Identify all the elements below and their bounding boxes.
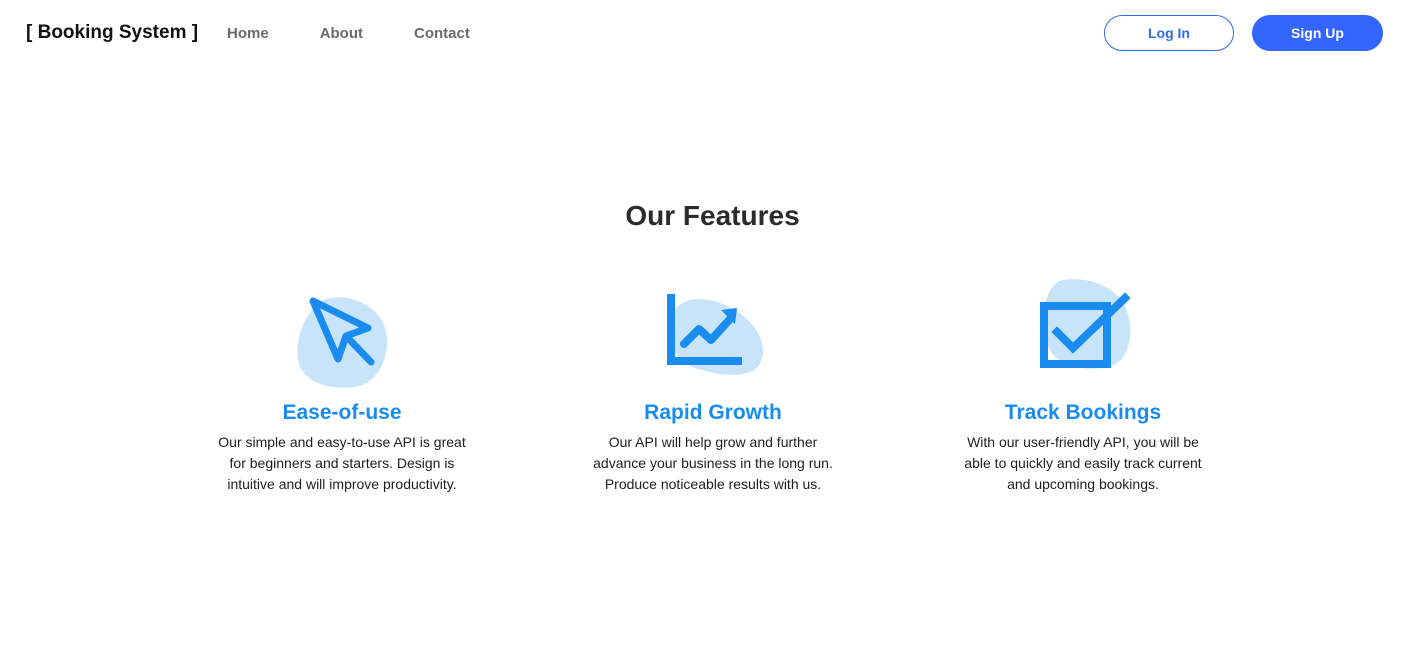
feature-title: Track Bookings: [1004, 401, 1162, 424]
nav-link-contact[interactable]: Contact: [414, 25, 470, 42]
nav-links: Home About Contact: [227, 25, 470, 42]
feature-title: Ease-of-use: [282, 401, 402, 424]
feature-description: Our simple and easy-to-use API is great …: [218, 434, 466, 492]
features-section-title: Our Features: [625, 200, 800, 231]
feature-title: Rapid Growth: [644, 401, 782, 424]
feature-card-rapid-growth: Rapid Growth Our API will help grow and …: [563, 276, 863, 495]
login-button[interactable]: Log In: [1104, 15, 1234, 51]
feature-card-ease-of-use: Ease-of-use Our simple and easy-to-use A…: [192, 276, 492, 495]
nav-link-home[interactable]: Home: [227, 25, 269, 42]
feature-description: With our user-friendly API, you will be …: [964, 434, 1202, 492]
checkbox-check-icon: [1023, 276, 1143, 392]
nav-link-about[interactable]: About: [320, 25, 363, 42]
top-navbar: [ Booking System ] Home About Contact Lo…: [0, 0, 1425, 68]
feature-card-track-bookings: Track Bookings With our user-friendly AP…: [933, 276, 1233, 495]
feature-description: Our API will help grow and further advan…: [593, 434, 833, 492]
signup-button[interactable]: Sign Up: [1252, 15, 1383, 51]
growth-chart-icon: [653, 276, 773, 392]
cursor-arrow-icon: [282, 276, 402, 392]
brand-logo-text[interactable]: [ Booking System ]: [26, 22, 198, 44]
